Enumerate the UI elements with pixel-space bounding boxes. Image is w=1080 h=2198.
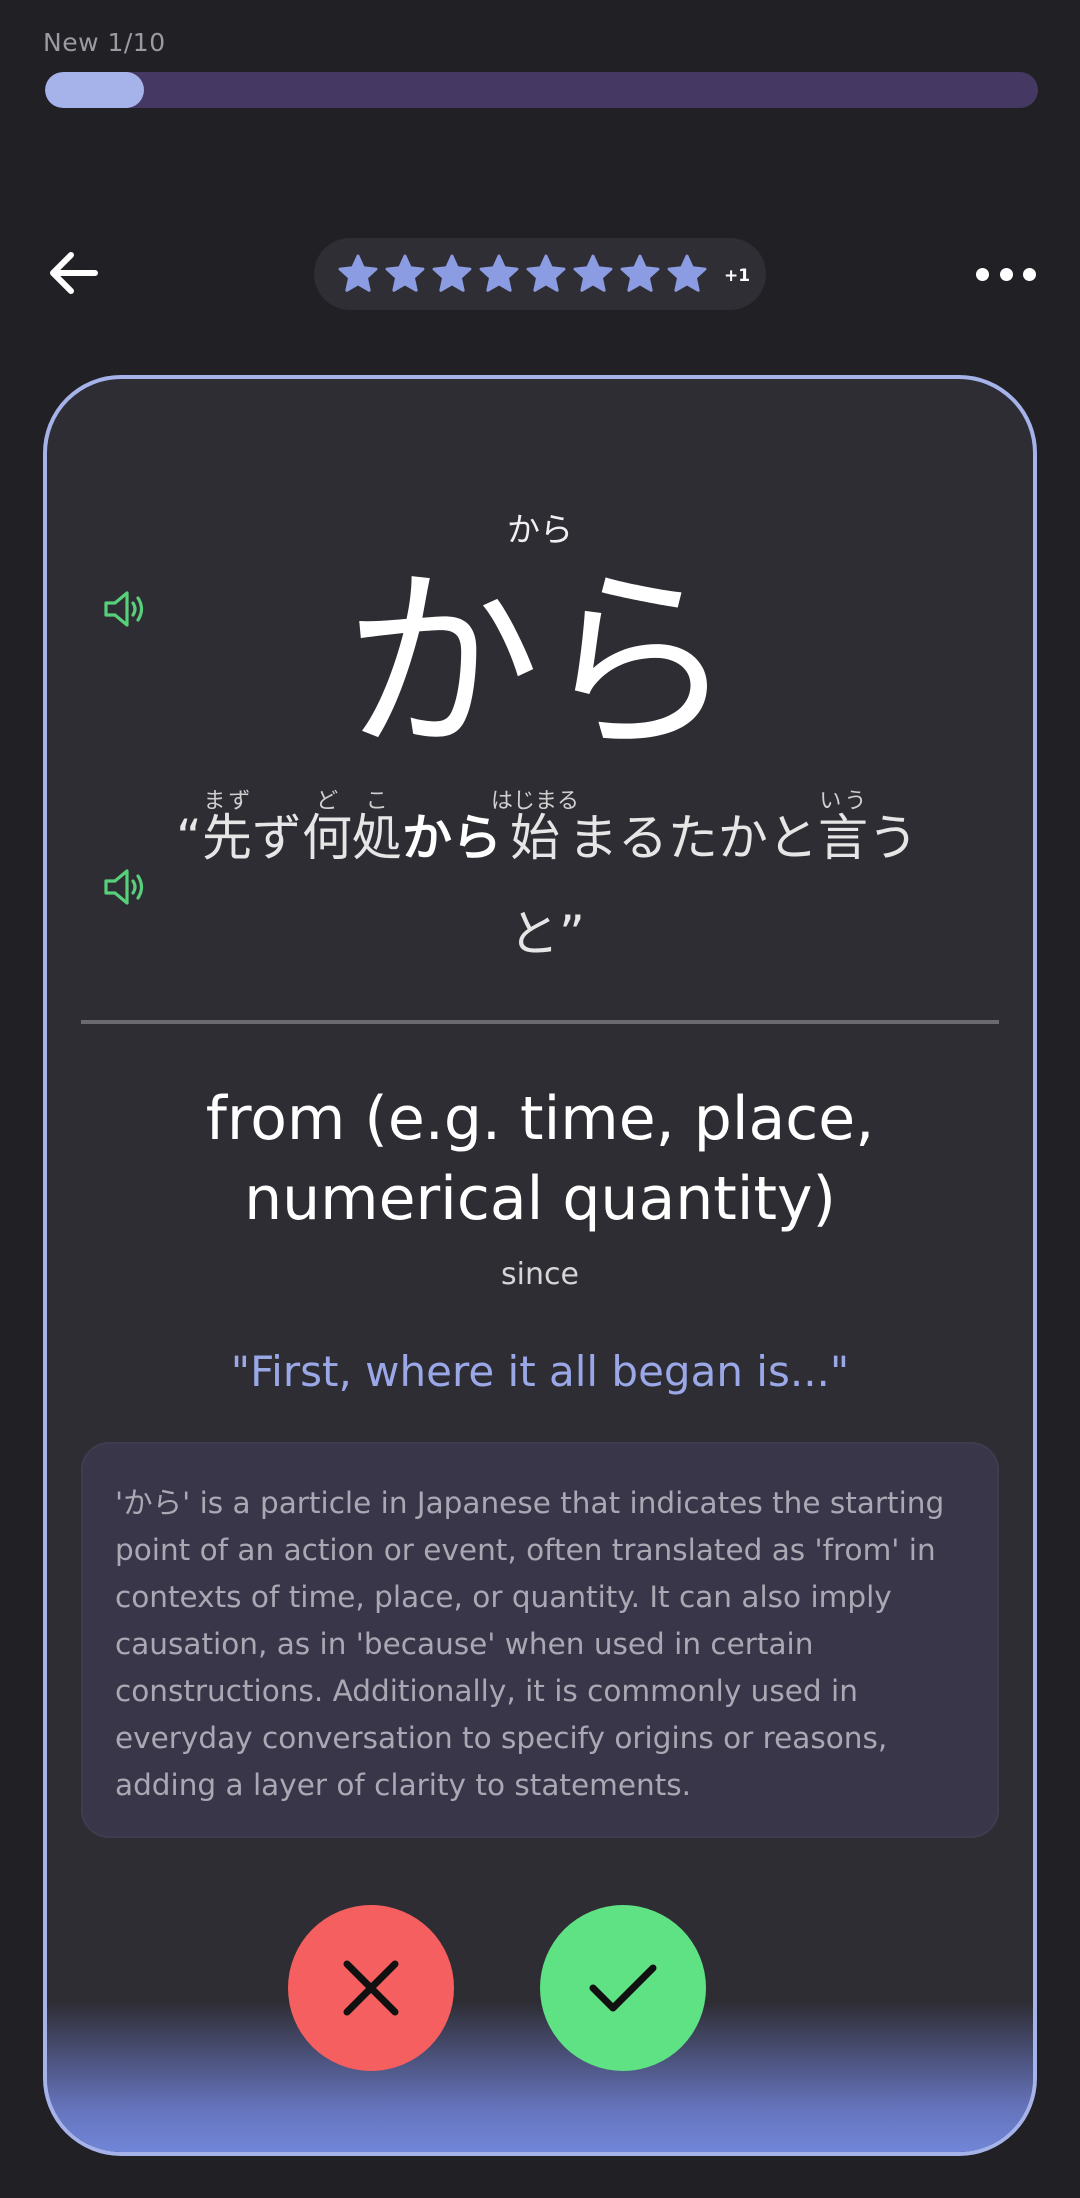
star-icon: [573, 254, 613, 292]
check-icon: [589, 1964, 657, 2012]
close-quote: ”: [559, 905, 585, 963]
speaker-icon: [104, 869, 144, 905]
wrong-button[interactable]: [288, 1905, 454, 2071]
progress-bar: [45, 72, 1038, 108]
flashcard-screen: New 1/10 +1 から から “先まずず何処どこから始はじまるまるたかと言…: [0, 0, 1080, 2198]
furigana-word: 先まず: [201, 789, 252, 867]
sentence-text: まるたかと: [567, 809, 818, 867]
star-icon: [338, 254, 378, 292]
progress-fill: [45, 72, 145, 108]
example-sentence: “先まずず何処どこから始はじまるまるたかと言いううと”: [157, 789, 937, 982]
more-dot-icon: [976, 267, 989, 281]
star-icon: [385, 254, 425, 292]
progress-label: New 1/10: [43, 28, 166, 57]
card-glow: [47, 2002, 1033, 2152]
correct-button[interactable]: [540, 1905, 706, 2071]
furigana-reading: いう: [817, 789, 868, 814]
star-icon: [479, 254, 519, 292]
stars-rating: +1: [314, 238, 766, 310]
sentence-text: ず: [251, 809, 302, 867]
furigana-reading: まず: [201, 789, 252, 814]
star-icon: [526, 254, 566, 292]
word-meaning: from (e.g. time, place, numerical quanti…: [205, 1084, 875, 1234]
star-icon: [620, 254, 660, 292]
back-button[interactable]: [44, 244, 102, 302]
more-dot-icon: [999, 267, 1013, 281]
furigana-word: 何処どこ: [301, 789, 402, 867]
furigana-word: 始はじまる: [490, 789, 579, 867]
more-options-button[interactable]: [976, 252, 1036, 296]
arrow-left-icon: [50, 252, 98, 294]
star-icon: [432, 254, 472, 292]
furigana-word: 言いう: [817, 789, 868, 867]
star-icon: [667, 254, 707, 292]
explanation-box: 'から' is a particle in Japanese that indi…: [81, 1442, 999, 1838]
more-dot-icon: [1023, 267, 1036, 281]
alternate-meaning: since: [501, 1257, 579, 1292]
close-icon: [343, 1960, 399, 2016]
flashcard: から から “先まずず何処どこから始はじまるまるたかと言いううと” from (…: [43, 375, 1037, 2156]
furigana-reading: どこ: [301, 789, 402, 814]
open-quote: “: [176, 809, 202, 867]
sentence-audio-button[interactable]: [101, 863, 149, 911]
highlighted-word: から: [401, 809, 502, 867]
divider: [81, 1020, 999, 1024]
furigana-reading: はじまる: [490, 789, 579, 814]
stars-extra-count: +1: [724, 266, 751, 286]
vocab-word: から: [343, 550, 736, 778]
sentence-translation: "First, where it all began is...": [230, 1347, 850, 1396]
word-reading: から: [507, 510, 573, 549]
